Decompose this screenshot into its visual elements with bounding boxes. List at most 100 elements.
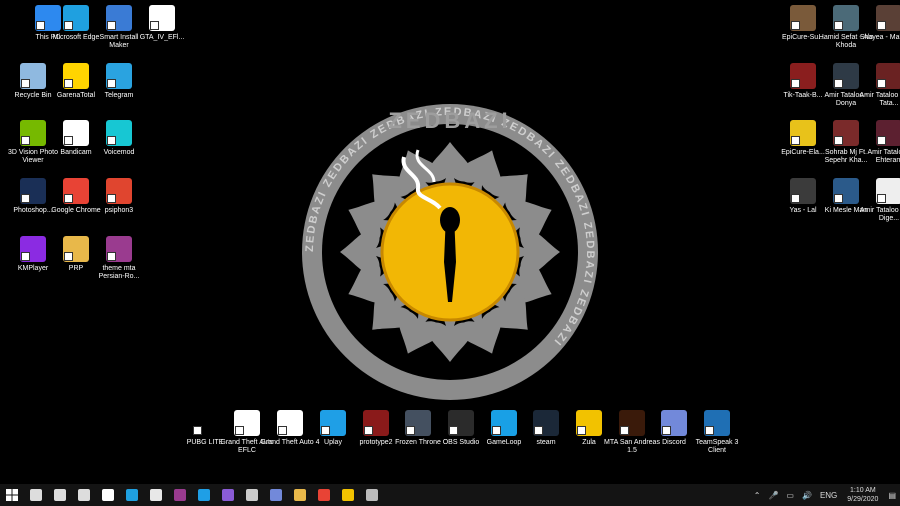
shortcut-arrow-icon	[834, 136, 843, 145]
media-player-icon[interactable]	[240, 484, 264, 506]
shortcut-arrow-icon	[107, 252, 116, 261]
language-indicator[interactable]: ENG	[820, 491, 837, 500]
gameloop-icon	[491, 410, 517, 436]
desktop-shortcut[interactable]: TeamSpeak 3 Client	[687, 410, 747, 455]
shortcut-arrow-icon	[36, 21, 45, 30]
chrome-icon[interactable]	[312, 484, 336, 506]
shortcut-arrow-icon	[64, 252, 73, 261]
installer-icon	[106, 5, 132, 31]
clock[interactable]: 1:10 AM 9/29/2020	[847, 486, 878, 504]
music-cover-icon	[833, 178, 859, 204]
zula-icon	[576, 410, 602, 436]
shortcut-label: Amir Tataloo - Amir Tata...	[859, 92, 900, 107]
shortcut-arrow-icon	[791, 79, 800, 88]
obs-icon	[448, 410, 474, 436]
music-cover-icon	[876, 5, 900, 31]
music-cover-icon	[876, 120, 900, 146]
windows-start-icon[interactable]	[0, 484, 24, 506]
edge-icon	[63, 5, 89, 31]
pubg-icon	[192, 410, 218, 436]
music-cover-icon	[833, 120, 859, 146]
mail-icon[interactable]	[96, 484, 120, 506]
shortcut-arrow-icon	[107, 79, 116, 88]
steam-icon	[533, 410, 559, 436]
shortcut-arrow-icon	[662, 426, 671, 435]
shortcut-arrow-icon	[791, 194, 800, 203]
desktop-shortcut[interactable]: Amir Tataloo - Oon Dige...	[859, 178, 900, 223]
folder-icon	[63, 236, 89, 262]
network-icon[interactable]: ▭	[786, 491, 794, 500]
gta4-icon	[277, 410, 303, 436]
shortcut-arrow-icon	[64, 194, 73, 203]
music-cover-icon	[790, 178, 816, 204]
search-icon[interactable]	[24, 484, 48, 506]
shortcut-label: theme mta Persian-Ro...	[98, 265, 140, 280]
uplay-icon	[320, 410, 346, 436]
shortcut-label: TeamSpeak 3 Client	[695, 439, 739, 454]
store-icon[interactable]	[144, 484, 168, 506]
obs-icon[interactable]	[360, 484, 384, 506]
desktop-shortcut[interactable]: Shayea - Makhla...	[859, 5, 900, 42]
desktop-shortcut[interactable]: theme mta Persian-Ro...	[89, 236, 149, 281]
shortcut-arrow-icon	[791, 21, 800, 30]
gta4-icon	[234, 410, 260, 436]
shortcut-arrow-icon	[150, 21, 159, 30]
discord-icon[interactable]	[264, 484, 288, 506]
warcraft-icon	[405, 410, 431, 436]
visual-studio-icon[interactable]	[216, 484, 240, 506]
gta4-icon	[149, 5, 175, 31]
shortcut-arrow-icon	[278, 426, 287, 435]
zula-icon[interactable]	[336, 484, 360, 506]
garena-icon	[63, 63, 89, 89]
file-explorer-icon[interactable]	[288, 484, 312, 506]
desktop-shortcut[interactable]: GTA_IV_EFl...	[132, 5, 192, 42]
kmplayer-icon	[20, 236, 46, 262]
shortcut-arrow-icon	[64, 79, 73, 88]
shortcut-arrow-icon	[21, 252, 30, 261]
clock-time: 1:10 AM	[850, 487, 876, 494]
shortcut-arrow-icon	[877, 79, 886, 88]
shortcut-arrow-icon	[107, 194, 116, 203]
volume-icon[interactable]: 🔊	[802, 491, 812, 500]
notifications-icon[interactable]: ▤	[888, 491, 896, 500]
shortcut-arrow-icon	[235, 426, 244, 435]
uplay-icon[interactable]	[192, 484, 216, 506]
edge-icon[interactable]	[120, 484, 144, 506]
shortcut-arrow-icon	[193, 426, 202, 435]
desktop-shortcut[interactable]: Telegram	[89, 63, 149, 100]
microphone-tray-icon[interactable]: 🎤	[768, 491, 778, 500]
shortcut-label: GTA_IV_EFl...	[139, 34, 185, 41]
shortcut-arrow-icon	[834, 79, 843, 88]
shortcut-arrow-icon	[834, 21, 843, 30]
discord-icon	[661, 410, 687, 436]
shortcut-arrow-icon	[705, 426, 714, 435]
system-tray: ⌃ 🎤 ▭ 🔊 ENG 1:10 AM 9/29/2020 ▤	[750, 484, 900, 506]
desktop-shortcut[interactable]: Voicemod	[89, 120, 149, 157]
shortcut-label: psiphon3	[104, 207, 134, 214]
winrar-icon[interactable]	[168, 484, 192, 506]
taskbar: ⌃ 🎤 ▭ 🔊 ENG 1:10 AM 9/29/2020 ▤	[0, 484, 900, 506]
shortcut-arrow-icon	[21, 136, 30, 145]
shortcut-label: Shayea - Makhla...	[859, 34, 900, 41]
desktop-shortcut[interactable]: psiphon3	[89, 178, 149, 215]
shortcut-arrow-icon	[64, 21, 73, 30]
shortcut-arrow-icon	[620, 426, 629, 435]
music-cover-icon	[876, 63, 900, 89]
shortcut-arrow-icon	[877, 194, 886, 203]
winrar-icon	[106, 236, 132, 262]
music-cover-icon	[833, 5, 859, 31]
shortcut-arrow-icon	[107, 136, 116, 145]
desktop-shortcut[interactable]: Amir Tataloo - Ehteram	[859, 120, 900, 165]
mta-icon	[619, 410, 645, 436]
shortcut-arrow-icon	[21, 194, 30, 203]
shortcut-label: Voicemod	[103, 149, 135, 156]
task-view-icon[interactable]	[72, 484, 96, 506]
clock-date: 9/29/2020	[847, 496, 879, 503]
zedbazi-title: ZEDBAZI	[388, 108, 511, 133]
chrome-icon	[63, 178, 89, 204]
zedbazi-wallpaper-logo: ZEDBAZI ZEDBAZI ZEDBAZI ZEDBAZI ZEDBAZI …	[302, 104, 598, 400]
shortcut-arrow-icon	[877, 21, 886, 30]
chevron-up-icon[interactable]: ⌃	[754, 491, 761, 500]
cortana-icon[interactable]	[48, 484, 72, 506]
desktop-shortcut[interactable]: Amir Tataloo - Amir Tata...	[859, 63, 900, 108]
